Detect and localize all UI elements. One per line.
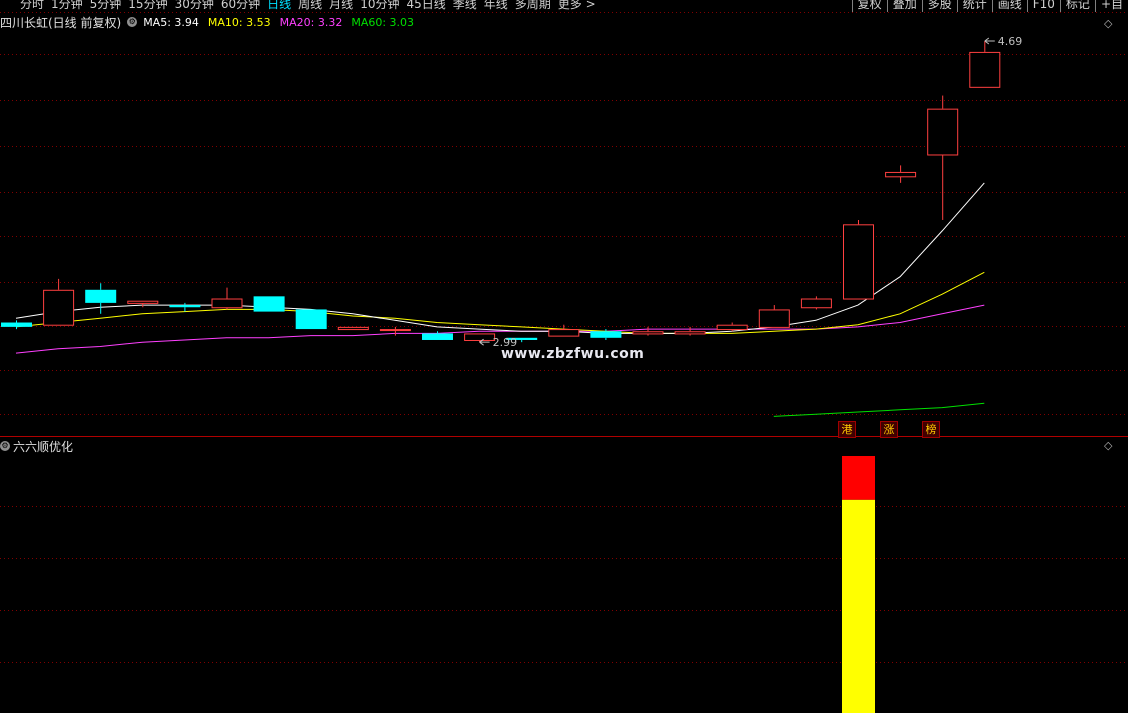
candle [127, 300, 159, 308]
tag-zhang[interactable]: 涨 [880, 421, 898, 438]
settings-gear-icon[interactable]: ⚙ [0, 441, 10, 451]
sub-panel-header: ⚙ 六六顺优化 [0, 437, 73, 455]
candle-body [295, 309, 327, 330]
candle-body [253, 296, 285, 312]
ma-legend-item: MA5: 3.94 [143, 15, 199, 29]
candle-body [211, 298, 243, 309]
candle [253, 296, 285, 312]
candle [85, 283, 117, 314]
settings-gear-icon[interactable]: ⚙ [127, 17, 138, 27]
candle [800, 296, 832, 310]
candle-body [337, 326, 369, 331]
candle-body [464, 333, 496, 341]
candle-body [758, 309, 790, 328]
candle [295, 309, 327, 330]
candle-body [169, 305, 201, 308]
candle-body [927, 108, 959, 156]
candle-body [716, 324, 748, 331]
candle-body [1, 322, 32, 327]
candle-layer [1, 41, 1001, 343]
candle [716, 322, 748, 332]
stock-title: 四川长虹(日线 前复权) [0, 15, 122, 30]
indicator-bar-yellow [842, 499, 875, 713]
candle [169, 302, 201, 312]
candle-body [632, 331, 664, 335]
ma-legend-item: MA20: 3.32 [279, 15, 343, 29]
candle [674, 326, 706, 336]
candle-body [969, 51, 1001, 88]
candle-body [800, 298, 832, 309]
candle [1, 320, 32, 330]
candle-body [43, 289, 75, 326]
candle-body [590, 331, 622, 338]
candle-body [422, 333, 453, 340]
ma-layer [15, 182, 985, 417]
candle [969, 41, 1001, 88]
candle [464, 333, 496, 343]
candle-body [674, 331, 706, 335]
main-panel-header: 四川长虹(日线 前复权) ⚙ MA5: 3.94 MA10: 3.53 MA20: … [0, 14, 423, 30]
candle-body [885, 171, 917, 178]
watermark: www.zbzfwu.com [501, 346, 645, 362]
sub-indicator-layer [842, 456, 875, 713]
ma-legend-item: MA10: 3.53 [207, 15, 271, 29]
ma5-line [15, 182, 985, 334]
candle-body [379, 329, 411, 332]
diamond-icon[interactable]: ◇ [1104, 439, 1112, 452]
candle [337, 326, 369, 331]
candle [843, 219, 874, 300]
candle [211, 287, 243, 310]
candle-body [548, 329, 580, 337]
ma-legend-item: MA60: 3.03 [351, 15, 415, 29]
candle-body [843, 224, 874, 300]
candle [758, 305, 790, 328]
ma-legend: MA5: 3.94 MA10: 3.53 MA20: 3.32 MA60: 3.03 [143, 16, 423, 29]
diamond-icon[interactable]: ◇ [1104, 17, 1112, 30]
high-price-label: 4.69 [998, 35, 1023, 48]
candle [885, 165, 917, 183]
ma10-line [15, 271, 985, 334]
candle [927, 95, 959, 220]
candle [43, 278, 75, 326]
candle [632, 326, 664, 336]
candle-body [85, 289, 117, 303]
grid-layer [0, 12, 1128, 663]
candle [548, 324, 580, 337]
indicator-bar-red [842, 456, 875, 500]
tag-bang[interactable]: 榜 [922, 421, 940, 438]
tag-gang[interactable]: 港 [838, 421, 856, 438]
indicator-title: 六六顺优化 [13, 439, 74, 454]
high-marker-arrow [984, 37, 995, 45]
candle-body [127, 300, 159, 304]
